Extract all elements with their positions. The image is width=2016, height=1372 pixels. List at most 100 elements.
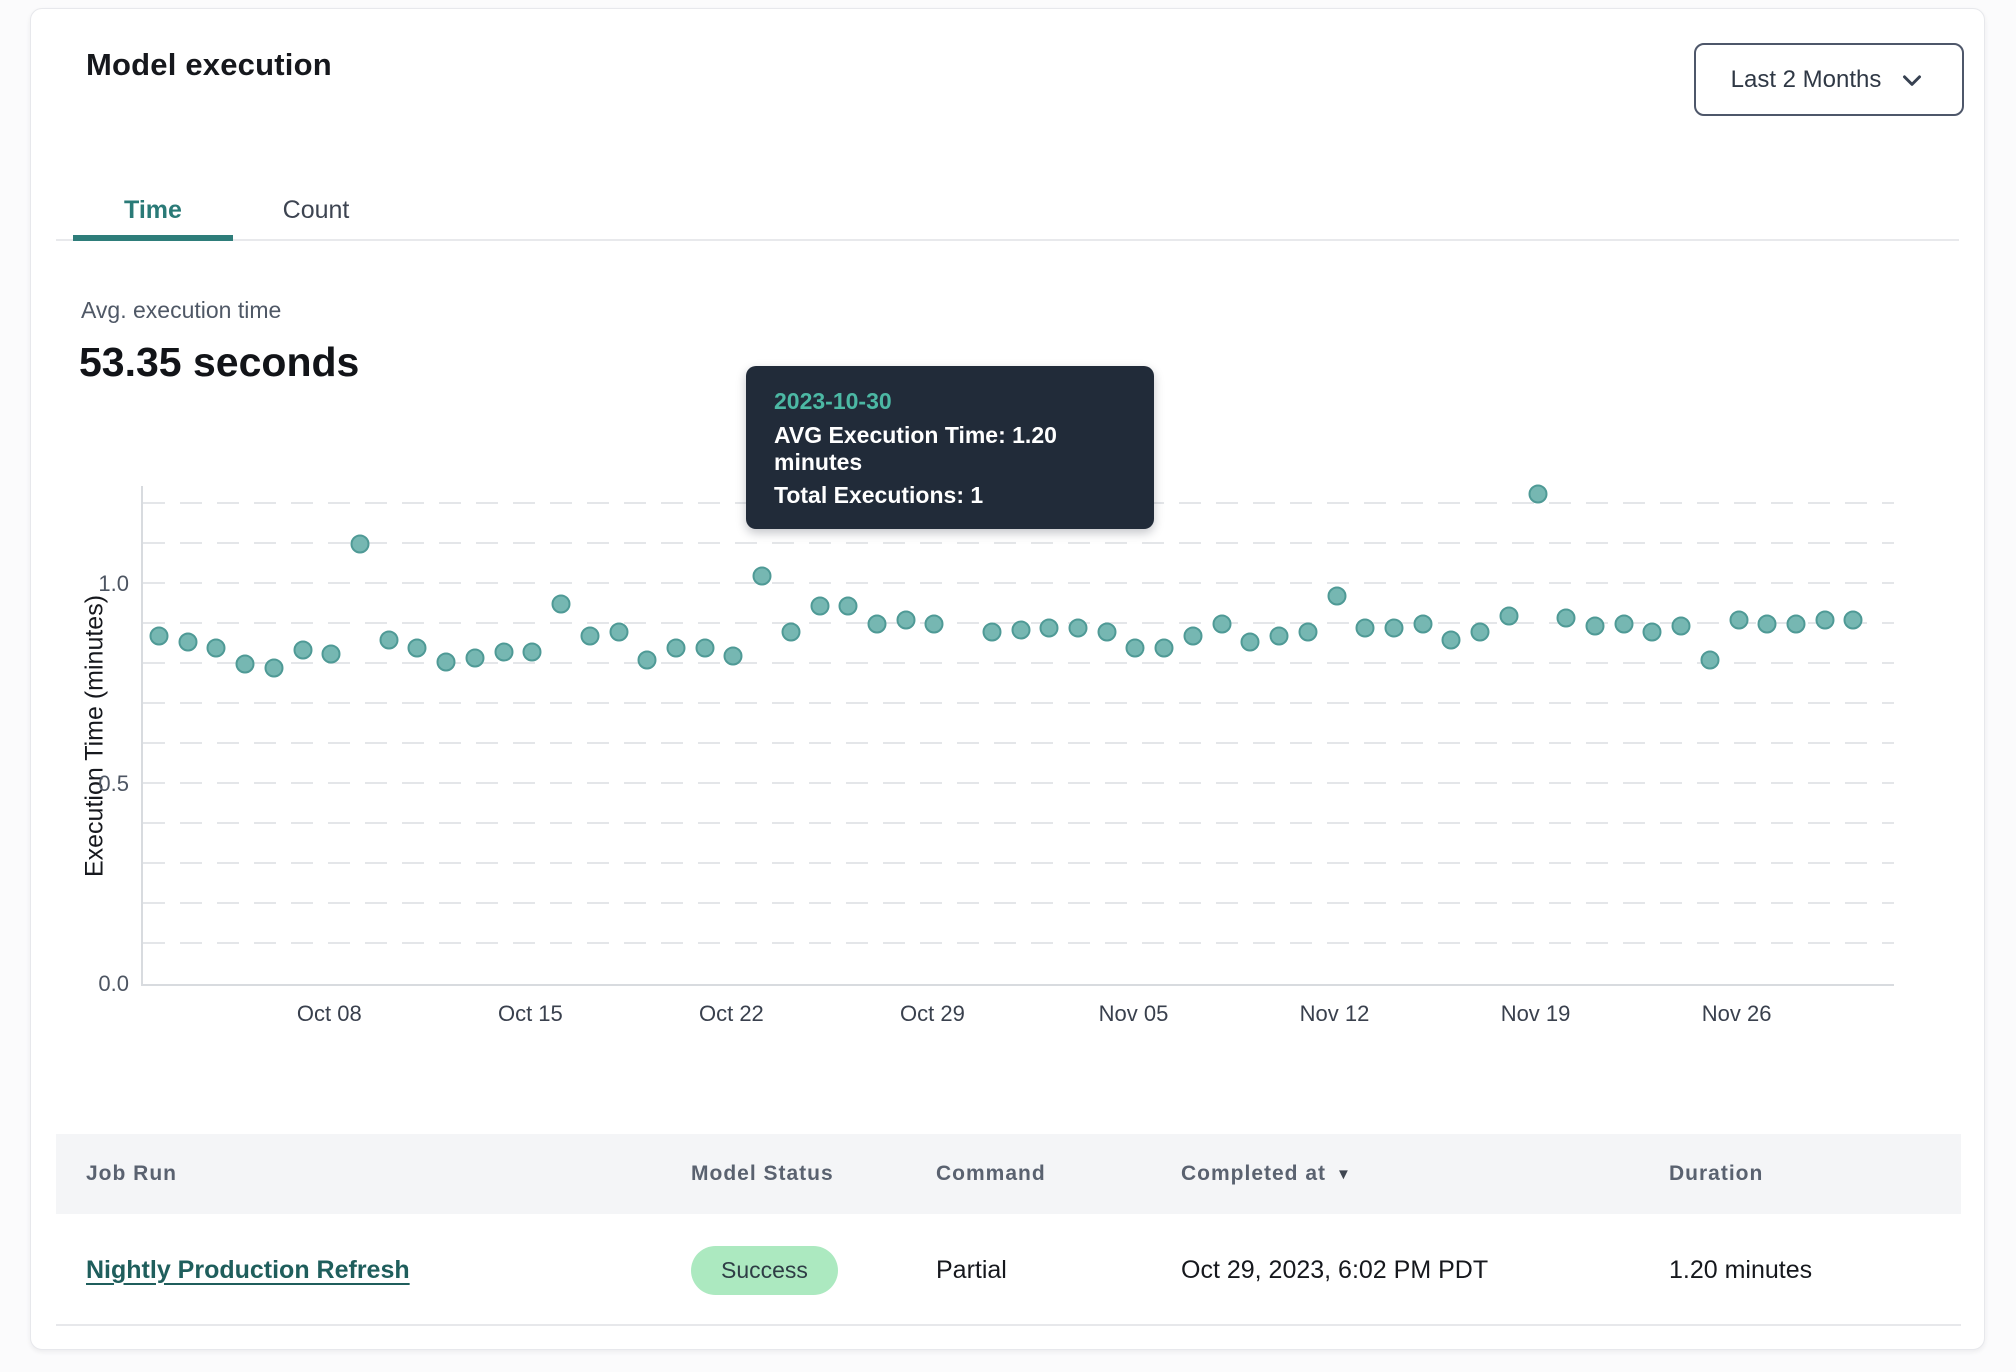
data-point[interactable]	[1471, 623, 1490, 642]
data-point[interactable]	[638, 651, 657, 670]
data-point[interactable]	[178, 633, 197, 652]
data-point[interactable]	[408, 639, 427, 658]
job-run-link[interactable]: Nightly Production Refresh	[86, 1256, 410, 1285]
column-header-command: Command	[936, 1134, 1046, 1214]
data-point[interactable]	[1183, 627, 1202, 646]
data-point[interactable]	[724, 647, 743, 666]
gridline	[143, 542, 1894, 544]
data-point[interactable]	[609, 623, 628, 642]
data-point[interactable]	[1672, 617, 1691, 636]
data-point[interactable]	[1758, 615, 1777, 634]
data-point[interactable]	[150, 627, 169, 646]
date-range-dropdown[interactable]: Last 2 Months	[1694, 43, 1964, 116]
x-tick-label: Nov 19	[1476, 1001, 1596, 1027]
data-point[interactable]	[810, 597, 829, 616]
tooltip-total-line: Total Executions: 1	[774, 482, 1126, 509]
data-point[interactable]	[552, 595, 571, 614]
y-tick-label: 0.5	[81, 771, 129, 797]
data-point[interactable]	[1614, 615, 1633, 634]
data-point[interactable]	[465, 649, 484, 668]
gridline	[143, 662, 1894, 664]
data-point[interactable]	[1155, 639, 1174, 658]
gridline	[143, 902, 1894, 904]
gridline	[143, 702, 1894, 704]
data-point[interactable]	[1212, 615, 1231, 634]
data-point[interactable]	[293, 641, 312, 660]
data-point[interactable]	[1815, 611, 1834, 630]
page-title: Model execution	[86, 47, 332, 83]
gridline	[143, 822, 1894, 824]
x-tick-label: Oct 08	[269, 1001, 389, 1027]
data-point[interactable]	[925, 615, 944, 634]
data-point[interactable]	[1844, 611, 1863, 630]
data-point[interactable]	[1384, 619, 1403, 638]
data-point[interactable]	[1126, 639, 1145, 658]
duration-cell: 1.20 minutes	[1669, 1214, 1812, 1326]
x-tick-label: Oct 29	[872, 1001, 992, 1027]
y-tick-label: 0.0	[81, 971, 129, 997]
chart-tooltip: 2023-10-30 AVG Execution Time: 1.20 minu…	[746, 366, 1154, 529]
data-point[interactable]	[1586, 617, 1605, 636]
chevron-down-icon	[1897, 65, 1927, 95]
data-point[interactable]	[1729, 611, 1748, 630]
date-range-value: Last 2 Months	[1731, 66, 1882, 94]
data-point[interactable]	[1557, 609, 1576, 628]
data-point[interactable]	[753, 567, 772, 586]
data-point[interactable]	[379, 631, 398, 650]
data-point[interactable]	[523, 643, 542, 662]
data-point[interactable]	[1700, 651, 1719, 670]
data-point[interactable]	[839, 597, 858, 616]
table-header-row: Job Run Model Status Command Completed a…	[56, 1134, 1961, 1214]
status-badge: Success	[691, 1246, 838, 1295]
data-point[interactable]	[1787, 615, 1806, 634]
avg-execution-time-value: 53.35 seconds	[79, 339, 359, 386]
column-header-job-run: Job Run	[86, 1134, 177, 1214]
data-point[interactable]	[1011, 621, 1030, 640]
data-point[interactable]	[580, 627, 599, 646]
data-point[interactable]	[1643, 623, 1662, 642]
data-point[interactable]	[1528, 485, 1547, 504]
data-point[interactable]	[351, 535, 370, 554]
data-point[interactable]	[896, 611, 915, 630]
tooltip-avg-line: AVG Execution Time: 1.20 minutes	[774, 422, 1126, 476]
job-runs-table: Job Run Model Status Command Completed a…	[56, 1134, 1961, 1326]
tab-bar: Time Count	[56, 181, 1959, 241]
data-point[interactable]	[1097, 623, 1116, 642]
column-header-model-status: Model Status	[691, 1134, 834, 1214]
x-tick-label: Nov 12	[1275, 1001, 1395, 1027]
data-point[interactable]	[1270, 627, 1289, 646]
command-cell: Partial	[936, 1214, 1007, 1326]
gridline	[143, 862, 1894, 864]
x-tick-label: Nov 05	[1073, 1001, 1193, 1027]
tab-count[interactable]: Count	[251, 181, 381, 239]
data-point[interactable]	[264, 659, 283, 678]
data-point[interactable]	[1241, 633, 1260, 652]
data-point[interactable]	[1413, 615, 1432, 634]
data-point[interactable]	[1040, 619, 1059, 638]
tooltip-date: 2023-10-30	[774, 388, 1126, 415]
data-point[interactable]	[1356, 619, 1375, 638]
data-point[interactable]	[1499, 607, 1518, 626]
data-point[interactable]	[322, 645, 341, 664]
data-point[interactable]	[666, 639, 685, 658]
column-header-duration: Duration	[1669, 1134, 1763, 1214]
sort-desc-icon[interactable]: ▼	[1336, 1166, 1352, 1183]
data-point[interactable]	[207, 639, 226, 658]
data-point[interactable]	[1327, 587, 1346, 606]
data-point[interactable]	[494, 643, 513, 662]
data-point[interactable]	[982, 623, 1001, 642]
completed-at-cell: Oct 29, 2023, 6:02 PM PDT	[1181, 1214, 1488, 1326]
gridline	[143, 742, 1894, 744]
data-point[interactable]	[695, 639, 714, 658]
avg-execution-time-label: Avg. execution time	[81, 297, 281, 324]
data-point[interactable]	[868, 615, 887, 634]
data-point[interactable]	[1442, 631, 1461, 650]
data-point[interactable]	[1069, 619, 1088, 638]
data-point[interactable]	[437, 653, 456, 672]
column-header-completed-at[interactable]: Completed at ▼	[1181, 1134, 1352, 1214]
table-row: Nightly Production Refresh Success Parti…	[56, 1214, 1961, 1326]
data-point[interactable]	[1298, 623, 1317, 642]
data-point[interactable]	[781, 623, 800, 642]
tab-time[interactable]: Time	[73, 181, 233, 239]
data-point[interactable]	[236, 655, 255, 674]
